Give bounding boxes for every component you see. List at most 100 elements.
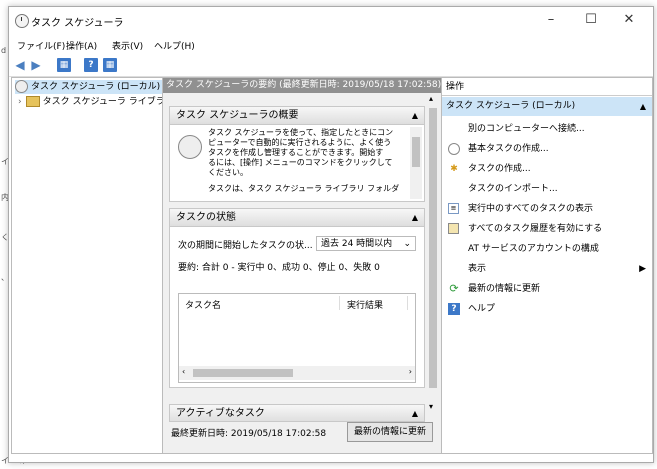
scroll-down-icon[interactable]: ▾ <box>429 402 433 411</box>
minimize-button[interactable]: – <box>531 9 571 31</box>
action-connect[interactable]: 別のコンピューターへ接続... <box>442 120 652 138</box>
folder-icon <box>25 96 40 107</box>
last-updated-label: 最終更新日時: 2019/05/18 17:02:58 <box>171 429 327 439</box>
task-icon: ✱ <box>450 164 458 174</box>
expand-arrow-icon[interactable]: › <box>18 97 22 107</box>
status-summary: 要約: 合計 0 - 実行中 0、成功 0、停止 0、失敗 0 <box>178 263 380 273</box>
scrollbar-thumb[interactable] <box>193 369 293 377</box>
active-title: アクティブなタスク <box>176 408 265 419</box>
column-result[interactable]: 実行結果 <box>347 298 383 311</box>
toolbar: ◀ ▶ ▦ ? ▦ <box>9 54 653 77</box>
action-label: すべてのタスク履歴を有効にする <box>468 224 603 234</box>
collapse-icon[interactable]: ▲ <box>412 209 418 227</box>
scrollbar-thumb[interactable] <box>412 137 420 167</box>
action-show-running-tasks[interactable]: ≡ 実行中のすべてのタスクの表示 <box>442 200 652 218</box>
overview-title: タスク スケジューラの概要 <box>176 110 299 121</box>
active-panel-header[interactable]: アクティブなタスク ▲ <box>170 405 424 421</box>
submenu-arrow-icon: ▶ <box>639 264 646 274</box>
summary-scrollbar[interactable]: ▴ ▾ <box>427 94 439 416</box>
background-text-1: d <box>1 46 7 55</box>
clock-icon <box>15 80 28 93</box>
actions-section-label: タスク スケジューラ (ローカル) <box>446 101 576 111</box>
action-label: 実行中のすべてのタスクの表示 <box>468 204 594 214</box>
close-button[interactable]: ✕ <box>609 9 649 31</box>
show-hide-action-pane-icon[interactable]: ▦ <box>103 58 117 72</box>
clock-icon <box>178 135 202 159</box>
action-refresh[interactable]: ⟳ 最新の情報に更新 <box>442 280 652 298</box>
menu-help[interactable]: ヘルプ(H) <box>154 39 195 52</box>
overview-line: ピューターで自動的に実行されるように、よく使う <box>208 138 392 147</box>
summary-header: タスク スケジューラの要約 (最終更新日時: 2019/05/18 17:02:… <box>163 78 441 93</box>
action-enable-history[interactable]: すべてのタスク履歴を有効にする <box>442 220 652 238</box>
maximize-button[interactable]: ☐ <box>571 9 611 31</box>
actions-pane: 操作 タスク スケジューラ (ローカル) ▲ 別のコンピューターへ接続... 基… <box>441 77 653 454</box>
action-label: タスクのインポート... <box>468 184 558 194</box>
menu-file[interactable]: ファイル(F) <box>17 39 65 52</box>
period-label: 次の期間に開始したタスクの状... <box>178 241 313 251</box>
table-h-scrollbar[interactable]: ‹ › <box>179 366 415 380</box>
tree-library-label: タスク スケジューラ ライブラリ <box>42 97 174 107</box>
scroll-left-icon[interactable]: ‹ <box>182 367 185 376</box>
action-view[interactable]: 表示 ▶ <box>442 260 652 278</box>
active-tasks-panel: アクティブなタスク ▲ <box>169 404 425 422</box>
task-table: タスク名 実行結果 ‹ › <box>178 293 416 383</box>
collapse-icon[interactable]: ▲ <box>412 107 418 125</box>
action-create-task[interactable]: ✱ タスクの作成... <box>442 160 652 178</box>
title-bar: タスク スケジューラ – ☐ ✕ <box>9 7 653 35</box>
chevron-down-icon: ⌄ <box>403 239 411 249</box>
overview-panel-header[interactable]: タスク スケジューラの概要 ▲ <box>170 107 424 125</box>
refresh-icon: ⟳ <box>449 282 459 295</box>
forward-arrow-icon[interactable]: ▶ <box>29 58 43 72</box>
overview-scrollbar[interactable] <box>410 127 422 199</box>
actions-section-header[interactable]: タスク スケジューラ (ローカル) ▲ <box>442 97 652 116</box>
actions-header: 操作 <box>442 78 652 96</box>
scroll-right-icon[interactable]: › <box>409 367 412 376</box>
period-value: 過去 24 時間以内 <box>321 239 393 249</box>
action-label: 最新の情報に更新 <box>468 284 541 294</box>
clock-icon <box>15 14 29 28</box>
overview-line: タスク スケジューラを使って、指定したときにコン <box>208 128 394 137</box>
help-icon: ? <box>448 303 460 315</box>
action-label: 基本タスクの作成... <box>468 144 549 154</box>
menu-action[interactable]: 操作(A) <box>66 39 97 52</box>
summary-pane: タスク スケジューラの要約 (最終更新日時: 2019/05/18 17:02:… <box>162 77 442 454</box>
column-divider <box>407 296 408 310</box>
action-label: 表示 <box>468 264 487 274</box>
history-icon <box>448 223 459 234</box>
action-at-service-account[interactable]: AT サービスのアカウントの構成 <box>442 240 652 258</box>
tree-item-root[interactable]: タスク スケジューラ (ローカル) <box>15 80 164 94</box>
action-label: ヘルプ <box>468 304 496 314</box>
column-task-name[interactable]: タスク名 <box>185 298 221 311</box>
task-scheduler-window: タスク スケジューラ – ☐ ✕ ファイル(F) 操作(A) 表示(V) ヘルプ… <box>8 6 654 463</box>
tree-item-library[interactable]: › タスク スケジューラ ライブラリ <box>18 95 174 109</box>
overview-panel: タスク スケジューラの概要 ▲ タスク スケジューラを使って、指定したときにコン… <box>169 106 425 202</box>
clock-icon <box>448 143 460 155</box>
refresh-button[interactable]: 最新の情報に更新 <box>347 422 433 442</box>
collapse-icon[interactable]: ▲ <box>640 97 646 116</box>
tree-root-label: タスク スケジューラ (ローカル) <box>31 82 161 92</box>
scroll-up-icon[interactable]: ▴ <box>429 94 433 103</box>
action-label: タスクの作成... <box>468 164 531 174</box>
window-title: タスク スケジューラ <box>31 18 124 29</box>
help-icon[interactable]: ? <box>84 58 98 72</box>
action-label: 別のコンピューターへ接続... <box>468 124 585 134</box>
status-title: タスクの状態 <box>176 212 236 223</box>
menu-bar: ファイル(F) 操作(A) 表示(V) ヘルプ(H) <box>9 37 653 53</box>
action-help[interactable]: ? ヘルプ <box>442 300 652 318</box>
show-hide-tree-icon[interactable]: ▦ <box>57 58 71 72</box>
overview-text: タスク スケジューラを使って、指定したときにコン ピューターで自動的に実行される… <box>208 128 406 194</box>
scrollbar-thumb[interactable] <box>429 108 437 388</box>
menu-view[interactable]: 表示(V) <box>112 39 143 52</box>
list-icon: ≡ <box>448 203 459 214</box>
console-tree: タスク スケジューラ (ローカル) › タスク スケジューラ ライブラリ <box>11 77 174 454</box>
overview-line: るには、[操作] メニューのコマンドをクリックして <box>208 158 393 167</box>
status-panel-header[interactable]: タスクの状態 ▲ <box>170 209 424 227</box>
collapse-icon[interactable]: ▲ <box>412 405 418 421</box>
action-create-basic-task[interactable]: 基本タスクの作成... <box>442 140 652 158</box>
action-label: AT サービスのアカウントの構成 <box>468 244 599 254</box>
period-dropdown[interactable]: 過去 24 時間以内 ⌄ <box>316 236 416 251</box>
back-arrow-icon[interactable]: ◀ <box>13 58 27 72</box>
column-divider <box>339 296 340 310</box>
action-import-task[interactable]: タスクのインポート... <box>442 180 652 198</box>
overview-line-2: タスクは、タスク スケジューラ ライブラリ フォルダ <box>208 184 400 193</box>
